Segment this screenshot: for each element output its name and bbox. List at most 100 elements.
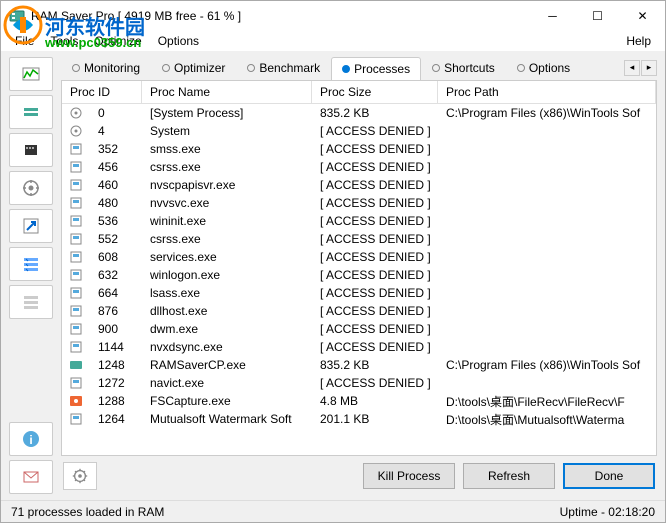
process-icon [62,394,90,408]
cell-proc-path [438,166,656,168]
radio-icon [162,64,170,72]
table-row[interactable]: 608services.exe[ ACCESS DENIED ] [62,248,656,266]
cell-proc-path [438,184,656,186]
titlebar: RAM Saver Pro [ 4919 MB free - 61 % ] ─ … [1,1,665,31]
header-proc-size[interactable]: Proc Size [312,81,438,103]
tab-monitoring[interactable]: Monitoring [61,56,151,79]
cell-proc-name: dllhost.exe [142,303,312,319]
menu-optimize[interactable]: Optimize [86,32,149,50]
refresh-button[interactable]: Refresh [463,463,555,489]
minimize-button[interactable]: ─ [530,1,575,31]
table-row[interactable]: 536wininit.exe[ ACCESS DENIED ] [62,212,656,230]
sidebar-options[interactable] [9,247,53,281]
sidebar-optimizer[interactable] [9,95,53,129]
cell-proc-path [438,310,656,312]
table-row[interactable]: 480nvvsvc.exe[ ACCESS DENIED ] [62,194,656,212]
cell-proc-name: nvscpapisvr.exe [142,177,312,193]
cell-proc-name: csrss.exe [142,231,312,247]
maximize-button[interactable]: ☐ [575,1,620,31]
table-body[interactable]: 0[System Process]835.2 KBC:\Program File… [62,104,656,455]
cell-proc-size: [ ACCESS DENIED ] [312,375,438,391]
process-icon [62,106,90,120]
cell-proc-size: [ ACCESS DENIED ] [312,123,438,139]
tab-shortcuts[interactable]: Shortcuts [421,56,506,79]
cell-proc-path: D:\tools\桌面\FileRecv\FileRecv\F [438,392,656,411]
header-proc-name[interactable]: Proc Name [142,81,312,103]
table-row[interactable]: 1264Mutualsoft Watermark Soft201.1 KBD:\… [62,410,656,428]
cell-proc-name: services.exe [142,249,312,265]
cell-proc-path [438,292,656,294]
cell-proc-path [438,202,656,204]
cell-proc-name: [System Process] [142,105,312,121]
status-process-count: 71 processes loaded in RAM [11,505,164,519]
cell-proc-id: 480 [90,195,142,211]
cell-proc-name: nvvsvc.exe [142,195,312,211]
tab-options[interactable]: Options [506,56,581,79]
tab-optimizer[interactable]: Optimizer [151,56,236,79]
cell-proc-size: 835.2 KB [312,357,438,373]
menu-tools[interactable]: Tools [42,32,86,50]
tab-scroll-right[interactable]: ▸ [641,60,657,76]
table-row[interactable]: 1288FSCapture.exe4.8 MBD:\tools\桌面\FileR… [62,392,656,410]
sidebar-scheduler[interactable] [9,285,53,319]
sidebar-mail[interactable] [9,460,53,494]
cell-proc-size: [ ACCESS DENIED ] [312,339,438,355]
cell-proc-path [438,346,656,348]
table-row[interactable]: 352smss.exe[ ACCESS DENIED ] [62,140,656,158]
menu-file[interactable]: File [7,32,42,50]
menu-help[interactable]: Help [618,32,659,50]
close-button[interactable]: ✕ [620,1,665,31]
cell-proc-size: [ ACCESS DENIED ] [312,267,438,283]
process-icon [62,214,90,228]
cell-proc-id: 1264 [90,411,142,427]
tab-processes[interactable]: Processes [331,57,421,80]
cell-proc-id: 876 [90,303,142,319]
cell-proc-id: 1272 [90,375,142,391]
table-row[interactable]: 1144nvxdsync.exe[ ACCESS DENIED ] [62,338,656,356]
tab-strip: Monitoring Optimizer Benchmark Processes… [61,55,657,81]
menu-options[interactable]: Options [150,32,207,50]
cell-proc-size: [ ACCESS DENIED ] [312,141,438,157]
cell-proc-id: 352 [90,141,142,157]
tab-scroll-left[interactable]: ◂ [624,60,640,76]
kill-process-button[interactable]: Kill Process [363,463,455,489]
sidebar-shortcuts[interactable] [9,209,53,243]
radio-icon [247,64,255,72]
cell-proc-name: csrss.exe [142,159,312,175]
table-row[interactable]: 456csrss.exe[ ACCESS DENIED ] [62,158,656,176]
cell-proc-id: 0 [90,105,142,121]
sidebar-benchmark[interactable] [9,133,53,167]
table-row[interactable]: 632winlogon.exe[ ACCESS DENIED ] [62,266,656,284]
process-icon [62,124,90,138]
button-row: Kill Process Refresh Done [61,456,657,496]
process-icon [62,196,90,210]
table-row[interactable]: 664lsass.exe[ ACCESS DENIED ] [62,284,656,302]
radio-icon [517,64,525,72]
table-row[interactable]: 1248RAMSaverCP.exe835.2 KBC:\Program Fil… [62,356,656,374]
table-row[interactable]: 460nvscpapisvr.exe[ ACCESS DENIED ] [62,176,656,194]
header-proc-id[interactable]: Proc ID [62,81,142,103]
table-row[interactable]: 1272navict.exe[ ACCESS DENIED ] [62,374,656,392]
app-icon [9,8,25,24]
table-row[interactable]: 900dwm.exe[ ACCESS DENIED ] [62,320,656,338]
window-title: RAM Saver Pro [ 4919 MB free - 61 % ] [31,9,530,23]
process-icon [62,160,90,174]
tab-benchmark[interactable]: Benchmark [236,56,331,79]
sidebar-monitoring[interactable] [9,57,53,91]
cell-proc-path [438,148,656,150]
sidebar-info[interactable]: i [9,422,53,456]
table-row[interactable]: 4System[ ACCESS DENIED ] [62,122,656,140]
settings-button[interactable] [63,462,97,490]
cell-proc-name: winlogon.exe [142,267,312,283]
header-proc-path[interactable]: Proc Path [438,81,656,103]
cell-proc-id: 608 [90,249,142,265]
radio-icon [432,64,440,72]
table-row[interactable]: 0[System Process]835.2 KBC:\Program File… [62,104,656,122]
cell-proc-size: [ ACCESS DENIED ] [312,177,438,193]
done-button[interactable]: Done [563,463,655,489]
process-icon [62,268,90,282]
cell-proc-name: dwm.exe [142,321,312,337]
table-row[interactable]: 876dllhost.exe[ ACCESS DENIED ] [62,302,656,320]
table-row[interactable]: 552csrss.exe[ ACCESS DENIED ] [62,230,656,248]
sidebar-processes[interactable] [9,171,53,205]
